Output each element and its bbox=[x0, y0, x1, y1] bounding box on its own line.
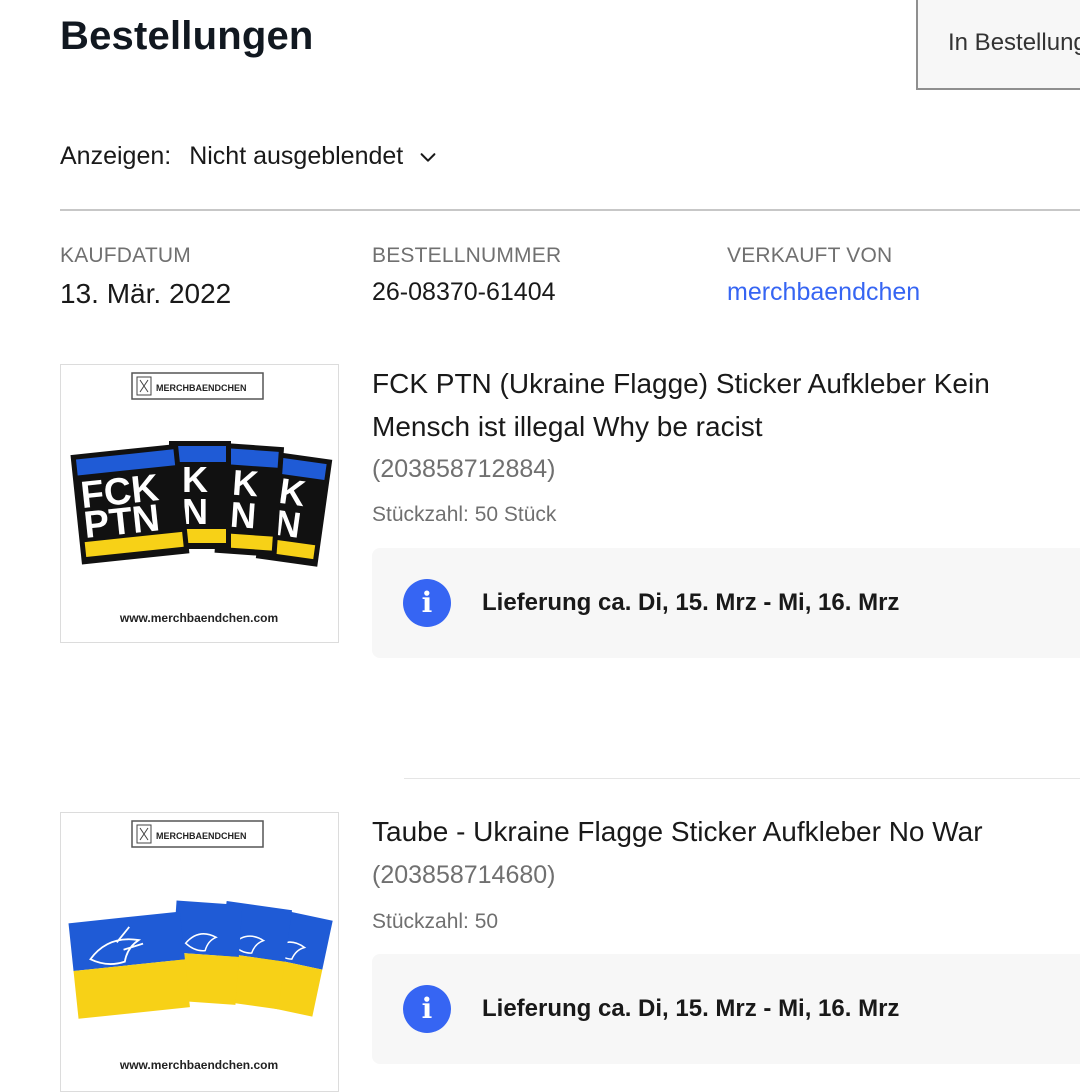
page-title: Bestellungen bbox=[60, 14, 314, 58]
sticker-text: PTN bbox=[82, 497, 162, 547]
chevron-down-icon bbox=[420, 152, 436, 162]
info-icon: i bbox=[403, 985, 451, 1033]
purchase-date-label: KAUFDATUM bbox=[60, 244, 191, 267]
delivery-info-box: i Lieferung ca. Di, 15. Mrz - Mi, 16. Mr… bbox=[372, 954, 1080, 1064]
item-number: (203858712884) bbox=[372, 455, 556, 483]
filter-label: Anzeigen: bbox=[60, 142, 172, 170]
delivery-info-box: i Lieferung ca. Di, 15. Mrz - Mi, 16. Mr… bbox=[372, 548, 1080, 658]
item-number: (203858714680) bbox=[372, 861, 556, 889]
website-text: www.merchbaendchen.com bbox=[119, 611, 278, 625]
order-number-value: 26-08370-61404 bbox=[372, 278, 556, 306]
purchase-date-value: 13. Mär. 2022 bbox=[60, 278, 232, 309]
filter-row: Anzeigen: Nicht ausgeblendet bbox=[60, 142, 439, 171]
sticker-text: N bbox=[229, 494, 258, 537]
website-text: www.merchbaendchen.com bbox=[119, 1058, 278, 1072]
item-thumbnail[interactable]: MERCHBAENDCHEN www.merchbaendchen.com bbox=[60, 812, 339, 1092]
delivery-estimate: Lieferung ca. Di, 15. Mrz - Mi, 16. Mrz bbox=[482, 589, 900, 616]
item-quantity: Stückzahl: 50 bbox=[372, 910, 499, 933]
brand-logo-text: MERCHBAENDCHEN bbox=[156, 383, 247, 393]
order-search-box[interactable] bbox=[916, 0, 1080, 90]
visibility-filter-dropdown[interactable]: Nicht ausgeblendet bbox=[189, 142, 439, 171]
info-icon: i bbox=[403, 579, 451, 627]
item-title-link[interactable]: FCK PTN (Ukraine Flagge) Sticker Aufkleb… bbox=[372, 362, 1062, 448]
filter-selected-value: Nicht ausgeblendet bbox=[189, 142, 404, 170]
seller-link[interactable]: merchbaendchen bbox=[727, 278, 920, 307]
item-title-link[interactable]: Taube - Ukraine Flagge Sticker Aufkleber… bbox=[372, 810, 1062, 853]
delivery-estimate: Lieferung ca. Di, 15. Mrz - Mi, 16. Mrz bbox=[482, 995, 900, 1022]
dove-ukraine-sticker-image: MERCHBAENDCHEN www.merchbaendchen.com bbox=[68, 820, 333, 1072]
item-thumbnail[interactable]: MERCHBAENDCHEN K N K N K N FCK PTN www.m… bbox=[60, 364, 339, 643]
order-search-input[interactable] bbox=[918, 0, 1080, 88]
item-quantity: Stückzahl: 50 Stück bbox=[372, 503, 557, 526]
item-divider bbox=[404, 778, 1080, 779]
brand-logo-text: MERCHBAENDCHEN bbox=[156, 831, 247, 841]
order-number-label: BESTELLNUMMER bbox=[372, 244, 562, 267]
fck-ptn-sticker-image: MERCHBAENDCHEN K N K N K N FCK PTN www.m… bbox=[70, 372, 333, 625]
seller-label: VERKAUFT VON bbox=[727, 244, 893, 267]
section-divider bbox=[60, 209, 1080, 211]
